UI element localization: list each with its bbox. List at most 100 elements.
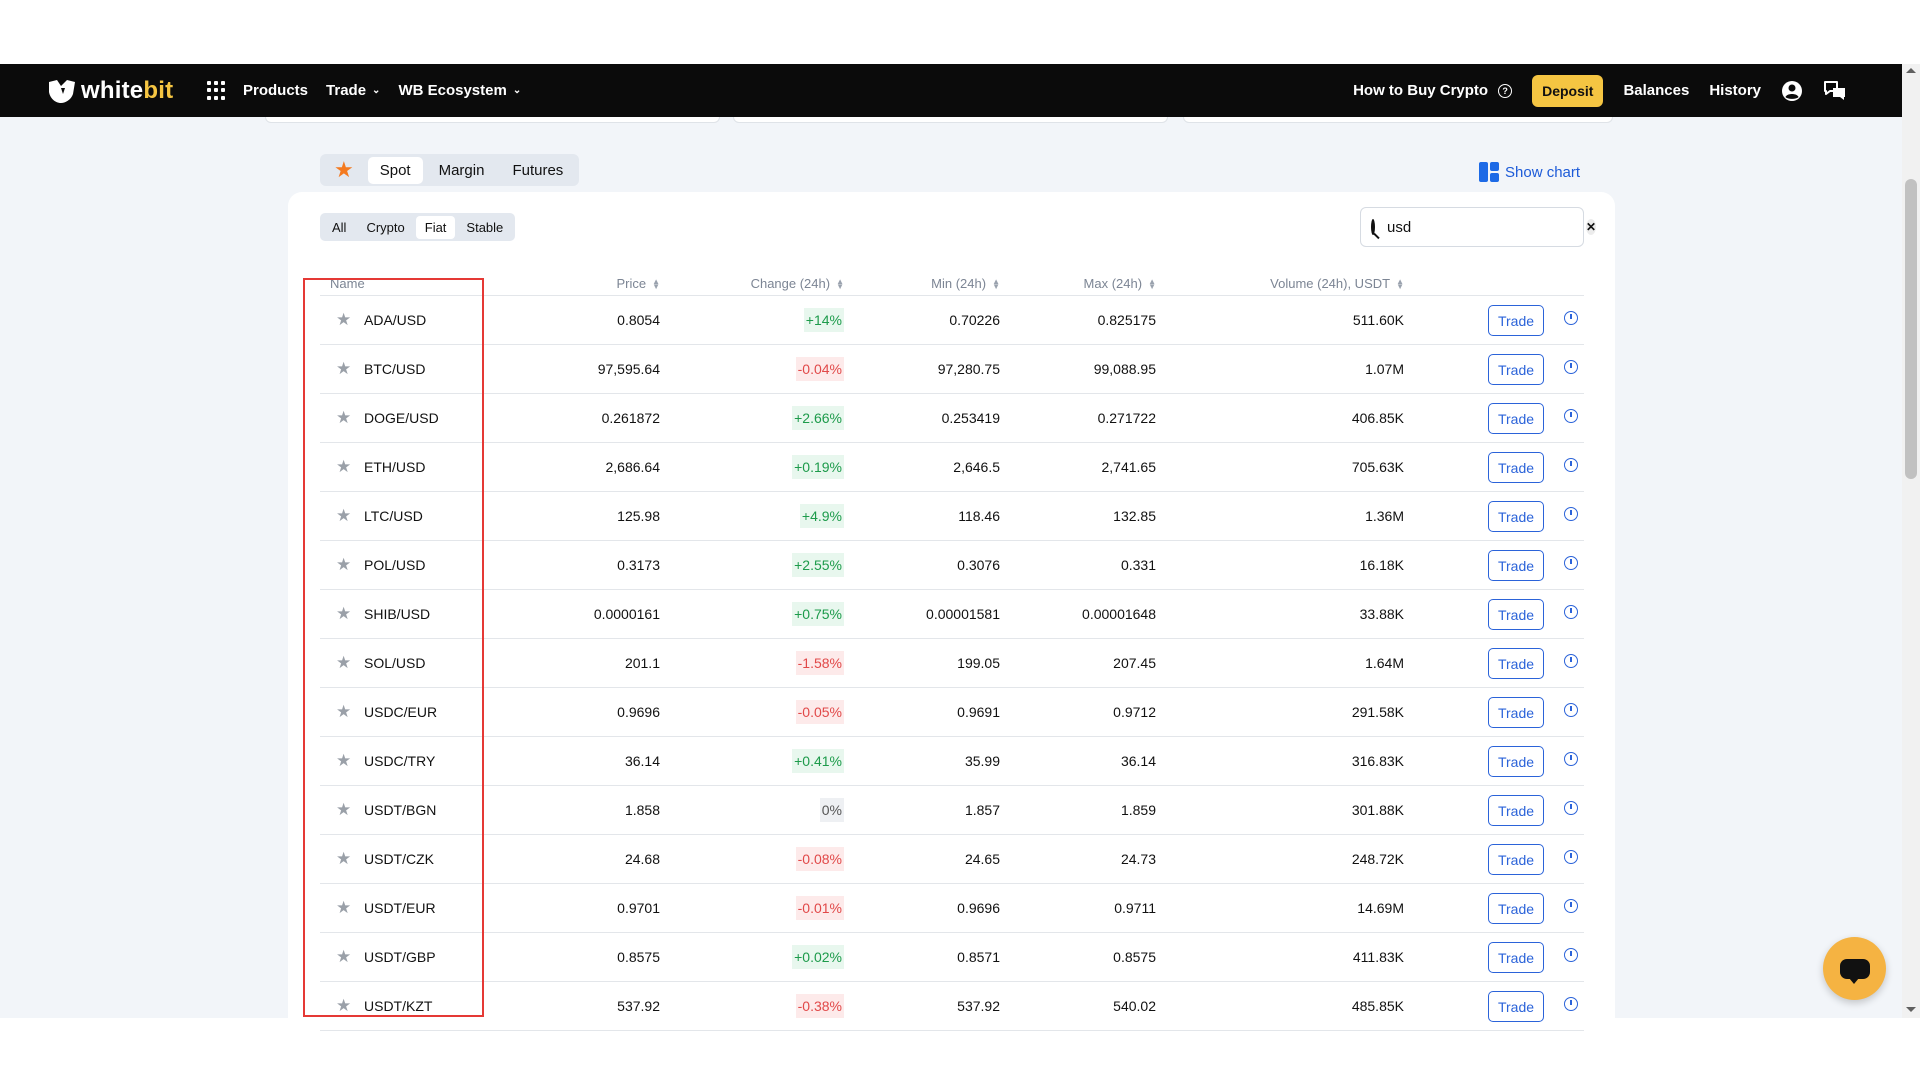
trade-button[interactable]: Trade	[1488, 599, 1544, 630]
trade-menu[interactable]: Trade ⌄	[326, 82, 380, 99]
scroll-thumb[interactable]	[1905, 179, 1917, 479]
ecosystem-menu[interactable]: WB Ecosystem ⌄	[398, 82, 521, 99]
price: 1.858	[624, 802, 660, 818]
volume: 14.69M	[1357, 900, 1404, 916]
filter-all[interactable]: All	[323, 216, 355, 239]
trade-button[interactable]: Trade	[1488, 305, 1544, 336]
col-max[interactable]: Max (24h) ▲ ▼	[1084, 276, 1156, 291]
scroll-down-arrow[interactable]	[1906, 1007, 1916, 1012]
alarm-clock-icon[interactable]	[1564, 507, 1578, 521]
clear-search-icon[interactable]: ✕	[1586, 219, 1597, 235]
show-chart-button[interactable]: Show chart	[1479, 162, 1580, 182]
sort-icon: ▲ ▼	[1396, 276, 1404, 291]
table-row[interactable]: ★ BTC/USD 97,595.64 -0.04% 97,280.75 99,088.9…	[320, 345, 1584, 394]
trade-button[interactable]: Trade	[1488, 795, 1544, 826]
alarm-clock-icon[interactable]	[1564, 605, 1578, 619]
price: 0.9696	[617, 704, 660, 720]
table-row[interactable]: ★ USDT/EUR 0.9701 -0.01% 0.9696 0.9711 14.69M T…	[320, 884, 1584, 933]
trade-button[interactable]: Trade	[1488, 893, 1544, 924]
col-price[interactable]: Price ▲ ▼	[616, 276, 660, 291]
favorites-star-icon[interactable]: ★	[324, 158, 364, 182]
tab-spot[interactable]: Spot	[367, 156, 423, 184]
col-volume[interactable]: Volume (24h), USDT ▲ ▼	[1270, 276, 1404, 291]
price: 97,595.64	[597, 361, 660, 377]
logo-icon	[49, 80, 75, 103]
balances-link[interactable]: Balances	[1623, 82, 1689, 99]
trade-button[interactable]: Trade	[1488, 991, 1544, 1022]
trade-button[interactable]: Trade	[1488, 501, 1544, 532]
user-icon[interactable]	[1781, 80, 1803, 102]
trade-button[interactable]: Trade	[1488, 648, 1544, 679]
alarm-clock-icon[interactable]	[1564, 654, 1578, 668]
tab-margin[interactable]: Margin	[427, 157, 497, 184]
products-menu[interactable]: Products	[207, 80, 308, 101]
alarm-clock-icon[interactable]	[1564, 752, 1578, 766]
alarm-clock-icon[interactable]	[1564, 458, 1578, 472]
card-stub	[733, 117, 1168, 123]
sort-icon: ▲ ▼	[1148, 276, 1156, 291]
change-badge: +0.19%	[792, 455, 844, 479]
change-badge: -0.04%	[795, 357, 844, 381]
alarm-clock-icon[interactable]	[1564, 948, 1578, 962]
how-to-buy-link[interactable]: How to Buy Crypto ?	[1353, 82, 1513, 99]
trade-button[interactable]: Trade	[1488, 452, 1544, 483]
table-row[interactable]: ★ LTC/USD 125.98 +4.9% 118.46 132.85 1.36M Trad…	[320, 492, 1584, 541]
table-row[interactable]: ★ ADA/USD 0.8054 +14% 0.70226 0.825175 511.60K…	[320, 296, 1584, 345]
price: 201.1	[624, 655, 660, 671]
alarm-clock-icon[interactable]	[1564, 311, 1578, 325]
nav-right: How to Buy Crypto ? Deposit Balances His…	[1353, 64, 1847, 117]
table-row[interactable]: ★ USDC/EUR 0.9696 -0.05% 0.9691 0.9712 291.58K…	[320, 688, 1584, 737]
scroll-up-arrow[interactable]	[1906, 68, 1916, 73]
filter-crypto[interactable]: Crypto	[357, 216, 413, 239]
logo[interactable]: whitebit	[47, 77, 173, 105]
filter-fiat[interactable]: Fiat	[415, 215, 456, 239]
alarm-clock-icon[interactable]	[1564, 850, 1578, 864]
price: 0.0000161	[593, 606, 660, 622]
min-price: 0.253419	[941, 410, 1000, 426]
trade-button[interactable]: Trade	[1488, 942, 1544, 973]
support-chat-button[interactable]	[1823, 937, 1886, 1000]
table-row[interactable]: ★ USDT/GBP 0.8575 +0.02% 0.8571 0.8575 411.83K…	[320, 933, 1584, 982]
trade-button[interactable]: Trade	[1488, 844, 1544, 875]
alarm-clock-icon[interactable]	[1564, 556, 1578, 570]
alarm-clock-icon[interactable]	[1564, 801, 1578, 815]
filter-stable[interactable]: Stable	[457, 216, 512, 239]
chat-bubbles-icon[interactable]	[1823, 80, 1847, 102]
price: 24.68	[624, 851, 660, 867]
table-row[interactable]: ★ SHIB/USD 0.0000161 +0.75% 0.00001581 0.0000…	[320, 590, 1584, 639]
alarm-clock-icon[interactable]	[1564, 409, 1578, 423]
min-price: 0.8571	[957, 949, 1000, 965]
table-row[interactable]: ★ USDT/CZK 24.68 -0.08% 24.65 24.73 248.72K Tra…	[320, 835, 1584, 884]
table-row[interactable]: ★ SOL/USD 201.1 -1.58% 199.05 207.45 1.64M Trad…	[320, 639, 1584, 688]
alarm-clock-icon[interactable]	[1564, 703, 1578, 717]
search-input[interactable]	[1387, 218, 1586, 236]
price: 0.8054	[617, 312, 660, 328]
deposit-button[interactable]: Deposit	[1532, 74, 1604, 107]
col-min[interactable]: Min (24h) ▲ ▼	[931, 276, 1000, 291]
col-volume-label: Volume (24h), USDT	[1270, 276, 1391, 291]
history-link[interactable]: History	[1709, 82, 1761, 99]
min-price: 1.857	[964, 802, 1000, 818]
alarm-clock-icon[interactable]	[1564, 997, 1578, 1011]
table-row[interactable]: ★ DOGE/USD 0.261872 +2.66% 0.253419 0.271722 4…	[320, 394, 1584, 443]
trade-button[interactable]: Trade	[1488, 746, 1544, 777]
alarm-clock-icon[interactable]	[1564, 899, 1578, 913]
table-row[interactable]: ★ USDT/BGN 1.858 0% 1.857 1.859 301.88K Trade	[320, 786, 1584, 835]
trade-button[interactable]: Trade	[1488, 697, 1544, 728]
logo-text: whitebit	[81, 77, 174, 104]
table-row[interactable]: ★ POL/USD 0.3173 +2.55% 0.3076 0.331 16.18K Tra…	[320, 541, 1584, 590]
col-change-label: Change (24h)	[750, 276, 831, 291]
table-row[interactable]: ★ USDC/TRY 36.14 +0.41% 35.99 36.14 316.83K Tra…	[320, 737, 1584, 786]
table-body: ★ ADA/USD 0.8054 +14% 0.70226 0.825175 511.60K…	[320, 296, 1584, 1031]
table-row[interactable]: ★ USDT/KZT 537.92 -0.38% 537.92 540.02 485.85K…	[320, 982, 1584, 1031]
alarm-clock-icon[interactable]	[1564, 360, 1578, 374]
tab-futures[interactable]: Futures	[500, 157, 575, 184]
table-row[interactable]: ★ ETH/USD 2,686.64 +0.19% 2,646.5 2,741.65 705…	[320, 443, 1584, 492]
trade-button[interactable]: Trade	[1488, 354, 1544, 385]
volume: 406.85K	[1351, 410, 1404, 426]
col-change[interactable]: Change (24h) ▲ ▼	[751, 276, 844, 291]
trade-button[interactable]: Trade	[1488, 403, 1544, 434]
trade-button[interactable]: Trade	[1488, 550, 1544, 581]
ecosystem-label: WB Ecosystem	[398, 82, 507, 99]
page-scrollbar[interactable]	[1902, 64, 1920, 1018]
